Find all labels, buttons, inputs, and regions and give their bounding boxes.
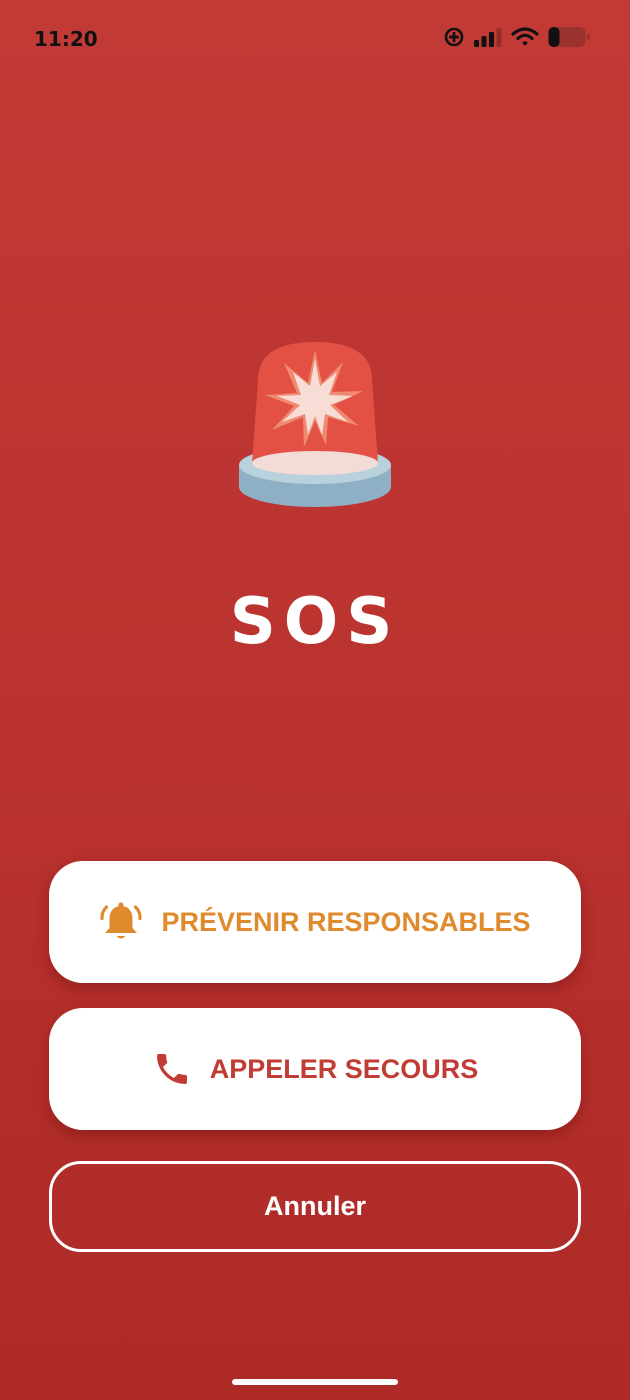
siren-icon — [232, 336, 398, 514]
battery-icon — [548, 26, 590, 48]
call-emergency-label: APPELER SECOURS — [209, 1053, 479, 1084]
wifi-icon — [511, 27, 539, 47]
status-time: 11:20 — [34, 27, 98, 51]
signal-icon — [474, 27, 502, 47]
bell-ringing-icon — [99, 901, 143, 943]
home-indicator[interactable] — [232, 1379, 398, 1385]
call-emergency-button[interactable]: APPELER SECOURS — [49, 1008, 581, 1130]
notify-managers-label: PRÉVENIR RESPONSABLES — [161, 906, 531, 937]
notify-managers-button[interactable]: PRÉVENIR RESPONSABLES — [49, 861, 581, 983]
orientation-lock-icon — [443, 26, 465, 48]
page-title: SOS — [229, 585, 401, 659]
cancel-button[interactable]: Annuler — [49, 1161, 581, 1252]
cancel-label: Annuler — [263, 1191, 366, 1221]
status-bar: 11:20 — [0, 0, 630, 80]
status-icons — [443, 26, 590, 48]
phone-icon — [152, 1049, 192, 1089]
